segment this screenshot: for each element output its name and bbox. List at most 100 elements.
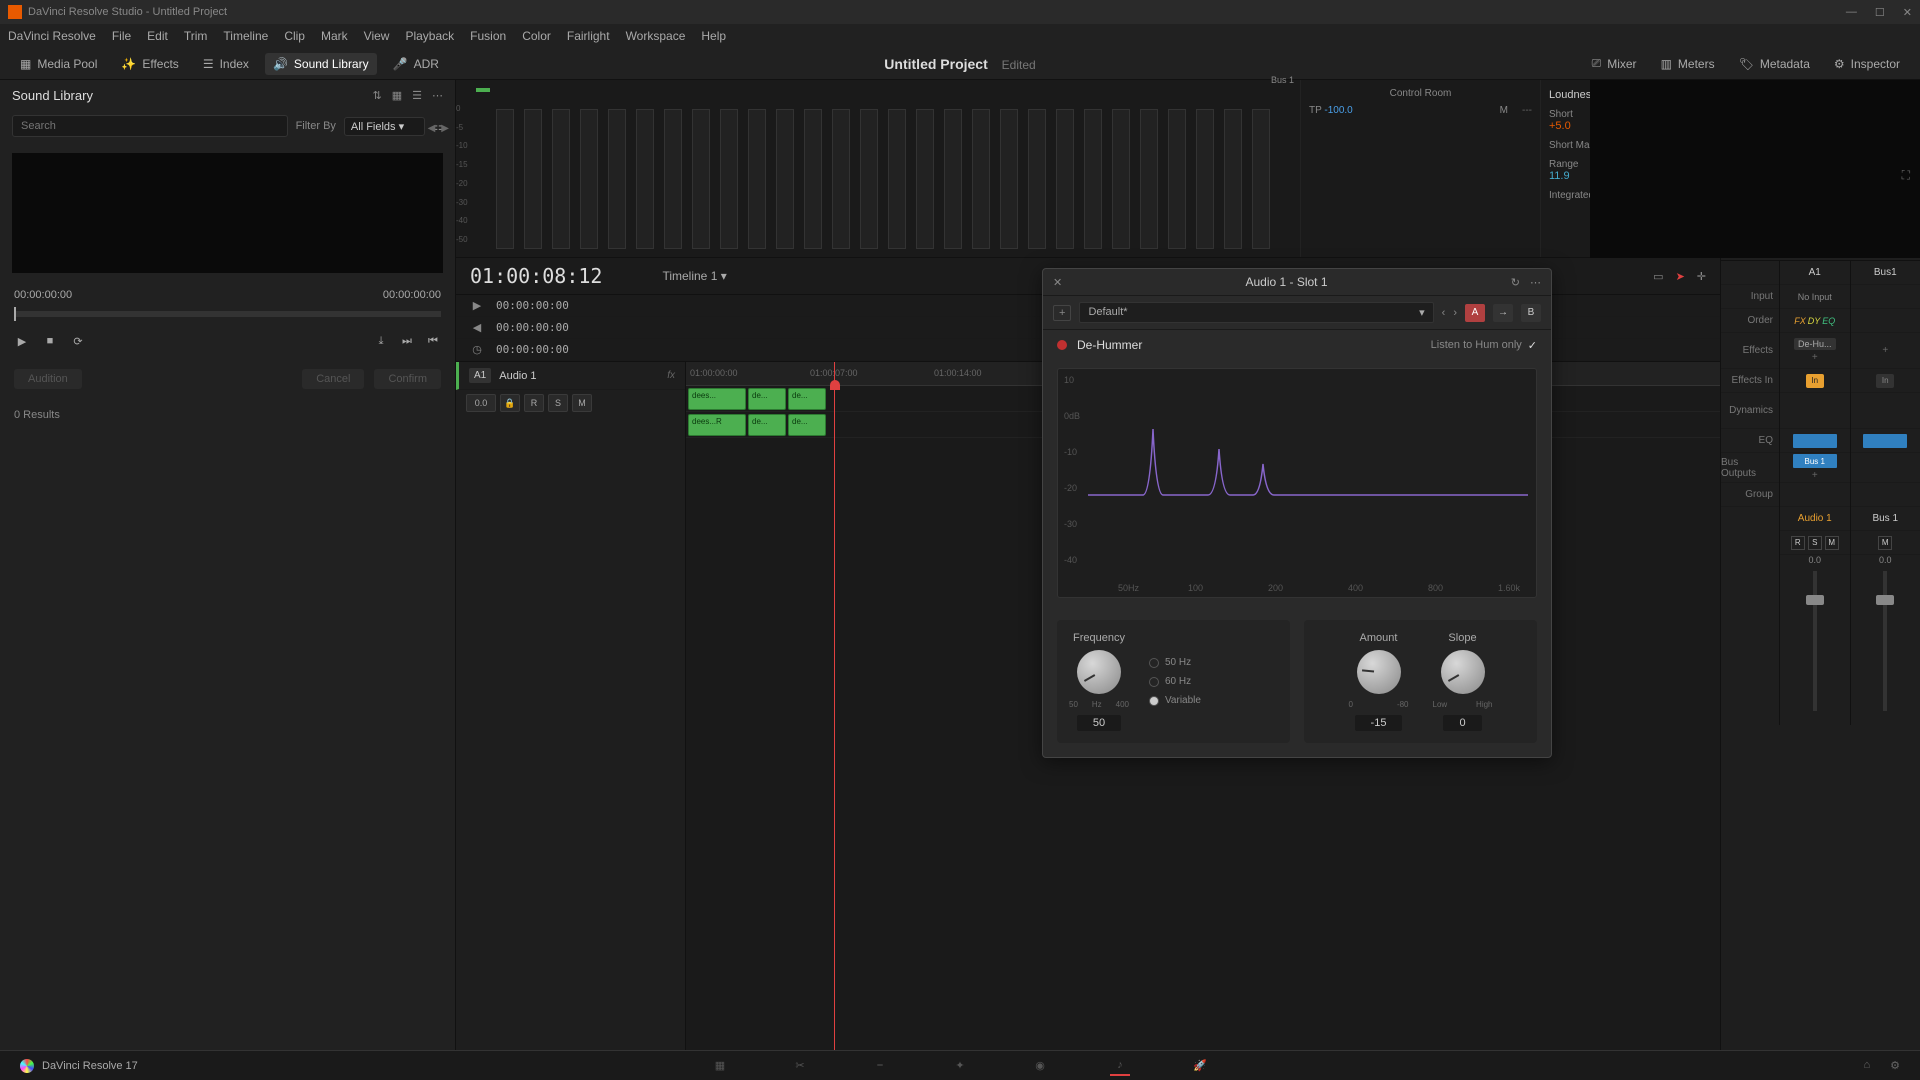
pointer-icon[interactable]: ➤ bbox=[1676, 270, 1685, 283]
confirm-button[interactable]: Confirm bbox=[374, 369, 441, 389]
dynamics-slot[interactable] bbox=[1851, 393, 1920, 429]
search-input[interactable] bbox=[12, 115, 288, 137]
sound-library-button[interactable]: 🔊Sound Library bbox=[265, 53, 377, 75]
clock-icon[interactable]: ◷ bbox=[470, 343, 484, 356]
marker-icon[interactable]: ▭ bbox=[1653, 270, 1663, 283]
audio-clip[interactable]: de... bbox=[788, 388, 826, 410]
metadata-button[interactable]: 🏷Metadata bbox=[1731, 52, 1818, 75]
eq-slot[interactable] bbox=[1851, 429, 1920, 453]
close-icon[interactable]: ✕ bbox=[1053, 276, 1062, 289]
menu-item[interactable]: Color bbox=[522, 29, 551, 43]
scrub-bar[interactable] bbox=[14, 311, 441, 317]
play-icon[interactable]: ▶ bbox=[470, 299, 484, 312]
amount-value[interactable]: -15 bbox=[1355, 715, 1403, 731]
record-button[interactable]: R bbox=[524, 394, 544, 412]
stop-icon[interactable]: ■ bbox=[42, 333, 58, 349]
meters-button[interactable]: ▥Meters bbox=[1653, 52, 1723, 75]
playhead[interactable] bbox=[834, 362, 835, 1050]
prev-icon[interactable]: ◀ bbox=[428, 123, 436, 134]
order-row[interactable] bbox=[1851, 309, 1920, 333]
m-button[interactable]: M bbox=[1825, 536, 1839, 550]
add-icon[interactable]: + bbox=[1053, 305, 1071, 321]
grid-view-icon[interactable]: ▦ bbox=[392, 89, 402, 102]
fusion-page-icon[interactable]: ✦ bbox=[950, 1056, 970, 1076]
menu-item[interactable]: DaVinci Resolve bbox=[8, 29, 96, 43]
maximize-icon[interactable]: ☐ bbox=[1875, 6, 1885, 19]
mixer-button[interactable]: ⎚Mixer bbox=[1584, 52, 1645, 75]
preset-select[interactable]: Default*▾ bbox=[1079, 302, 1433, 323]
add-effect-icon[interactable]: + bbox=[1882, 345, 1888, 356]
media-pool-button[interactable]: ▦Media Pool bbox=[12, 53, 105, 75]
playhead-marker[interactable] bbox=[830, 380, 840, 390]
freq-60-radio[interactable]: 60 Hz bbox=[1149, 676, 1201, 687]
fx-icon[interactable]: fx bbox=[667, 370, 675, 381]
more-icon[interactable]: ⋯ bbox=[432, 89, 443, 102]
effects-in-button[interactable]: In bbox=[1876, 374, 1894, 388]
order-row[interactable]: FX DY EQ bbox=[1780, 309, 1850, 333]
media-page-icon[interactable]: ▦ bbox=[710, 1056, 730, 1076]
play-icon[interactable]: ▶ bbox=[14, 333, 30, 349]
timeline-name[interactable]: Timeline 1 ▾ bbox=[662, 269, 726, 283]
slope-value[interactable]: 0 bbox=[1443, 715, 1481, 731]
effects-in-button[interactable]: In bbox=[1806, 374, 1824, 388]
lock-icon[interactable]: 🔒 bbox=[500, 394, 520, 412]
scrub-marker[interactable] bbox=[14, 307, 16, 321]
sort-icon[interactable]: ⇅ bbox=[373, 89, 382, 102]
menu-item[interactable]: File bbox=[112, 29, 131, 43]
mute-button[interactable]: M bbox=[572, 394, 592, 412]
audio-clip[interactable]: dees... bbox=[688, 388, 746, 410]
freq-variable-radio[interactable]: Variable bbox=[1149, 695, 1201, 706]
audio-clip[interactable]: dees...R bbox=[688, 414, 746, 436]
effect-slot[interactable]: De-Hu... bbox=[1794, 338, 1836, 350]
adr-button[interactable]: 🎤ADR bbox=[385, 53, 447, 75]
menu-item[interactable]: Mark bbox=[321, 29, 348, 43]
audio-clip[interactable]: de... bbox=[748, 414, 786, 436]
menu-item[interactable]: View bbox=[364, 29, 390, 43]
filter-select[interactable]: All Fields ▾ bbox=[344, 117, 425, 136]
reset-icon[interactable]: ↻ bbox=[1511, 276, 1520, 289]
menu-item[interactable]: Edit bbox=[147, 29, 168, 43]
cut-page-icon[interactable]: ✂ bbox=[790, 1056, 810, 1076]
cancel-button[interactable]: Cancel bbox=[302, 369, 364, 389]
menu-item[interactable]: Workspace bbox=[626, 29, 686, 43]
effects-button[interactable]: ✨Effects bbox=[113, 53, 186, 75]
s-button[interactable]: S bbox=[1808, 536, 1822, 550]
group-slot[interactable] bbox=[1851, 483, 1920, 507]
slope-knob[interactable] bbox=[1441, 650, 1485, 694]
prev-clip-icon[interactable]: ⏮ bbox=[425, 333, 441, 349]
settings-icon[interactable]: ⚙ bbox=[1890, 1059, 1900, 1072]
deliver-page-icon[interactable]: 🚀 bbox=[1190, 1056, 1210, 1076]
volume-value[interactable]: 0.0 bbox=[466, 394, 496, 412]
index-button[interactable]: ☰Index bbox=[195, 53, 257, 75]
menu-item[interactable]: Trim bbox=[184, 29, 208, 43]
fader[interactable] bbox=[1813, 571, 1817, 711]
m-button[interactable]: M bbox=[1878, 536, 1892, 550]
audio-clip[interactable]: de... bbox=[788, 414, 826, 436]
next-clip-icon[interactable]: ⏭ bbox=[399, 333, 415, 349]
audition-button[interactable]: Audition bbox=[14, 369, 82, 389]
bypass-icon[interactable] bbox=[1057, 340, 1067, 350]
minimize-icon[interactable]: — bbox=[1846, 6, 1857, 19]
compare-b-button[interactable]: B bbox=[1521, 304, 1541, 322]
eq-slot[interactable] bbox=[1780, 429, 1850, 453]
audio-clip[interactable]: de... bbox=[748, 388, 786, 410]
expand-icon[interactable]: ⛶ bbox=[1902, 168, 1910, 183]
frequency-knob[interactable] bbox=[1077, 650, 1121, 694]
menu-item[interactable]: Clip bbox=[284, 29, 305, 43]
edit-page-icon[interactable]: ⎯ bbox=[870, 1056, 890, 1076]
prev-preset-icon[interactable]: ‹ bbox=[1442, 307, 1446, 319]
r-button[interactable]: R bbox=[1791, 536, 1805, 550]
more-icon[interactable]: ⋯ bbox=[1530, 276, 1541, 289]
amount-knob[interactable] bbox=[1357, 650, 1401, 694]
rev-icon[interactable]: ◀ bbox=[470, 321, 484, 334]
input-select[interactable] bbox=[1851, 285, 1920, 309]
frequency-value[interactable]: 50 bbox=[1077, 715, 1121, 731]
menu-item[interactable]: Fairlight bbox=[567, 29, 610, 43]
freq-50-radio[interactable]: 50 Hz bbox=[1149, 657, 1201, 668]
home-icon[interactable]: ⌂ bbox=[1863, 1059, 1870, 1072]
copy-icon[interactable]: → bbox=[1493, 304, 1513, 322]
bus-output[interactable]: Bus 1 bbox=[1793, 454, 1837, 468]
loop-icon[interactable]: ⟳ bbox=[70, 333, 86, 349]
next-icon[interactable]: ▶ bbox=[441, 123, 449, 134]
inspector-button[interactable]: ⚙Inspector bbox=[1826, 52, 1908, 75]
